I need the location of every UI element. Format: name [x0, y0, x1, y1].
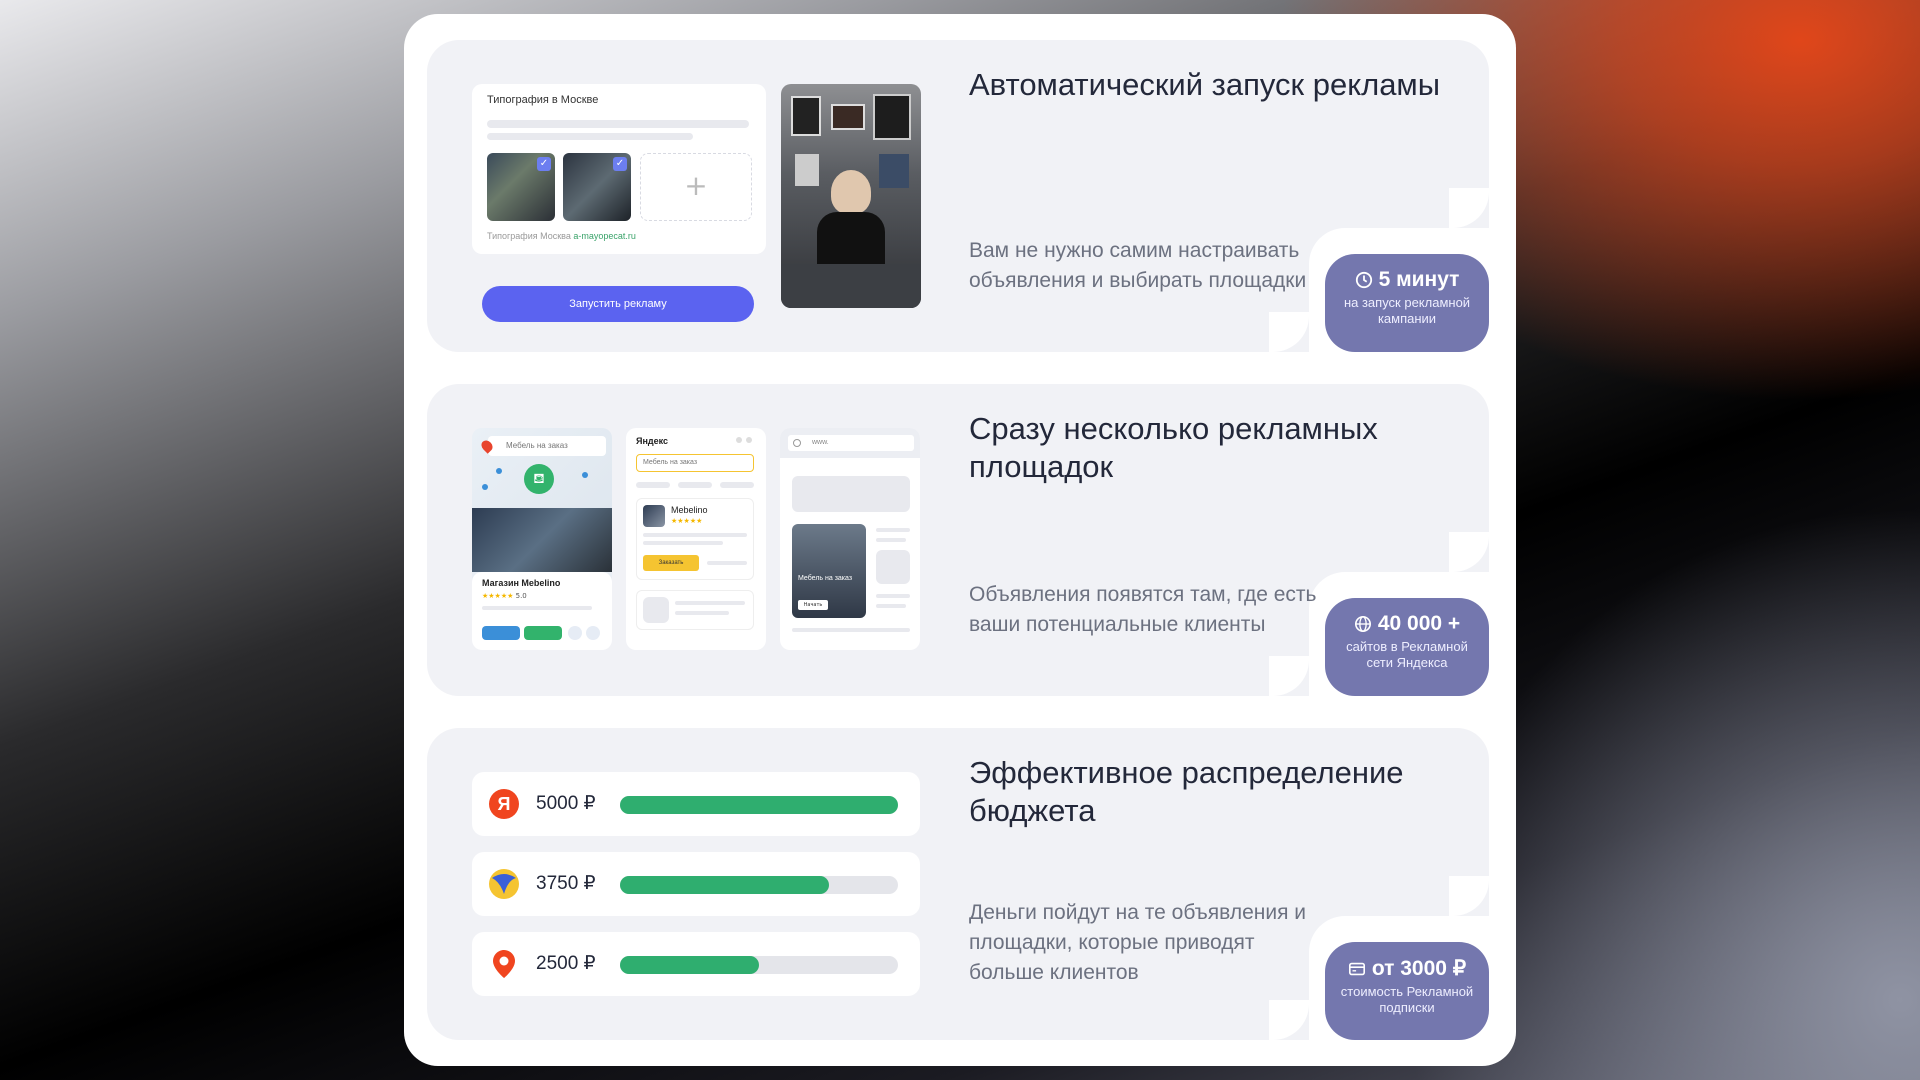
section-multiple-platforms: Мебель на заказ ⛾ Магазин Mebelino ★★★★★…: [427, 384, 1489, 696]
map-search-input[interactable]: Мебель на заказ: [488, 436, 606, 456]
result-name: Mebelino: [671, 505, 708, 515]
photo-thumbnail[interactable]: ✓: [487, 153, 555, 221]
furniture-icon[interactable]: ⛾: [524, 464, 554, 494]
phone-icon[interactable]: [568, 626, 582, 640]
section-description: Объявления появятся там, где есть ваши п…: [969, 583, 1317, 636]
ad-network-icon: [489, 869, 519, 899]
section-budget: Я 5000 ₽ 3750 ₽ 2500 ₽ Эффективное распр…: [427, 728, 1489, 1040]
budget-row-ad-network: 3750 ₽: [472, 852, 920, 916]
add-photo-icon[interactable]: +: [640, 153, 752, 221]
share-icon[interactable]: [586, 626, 600, 640]
url-bar[interactable]: www.: [788, 435, 914, 451]
shop-photo: [472, 508, 612, 572]
shop-name: Магазин Mebelino: [482, 578, 561, 588]
budget-bar: [620, 876, 898, 894]
ad-banner[interactable]: Мебель на заказ Начать: [792, 524, 866, 618]
ad-form-heading: Типография в Москве: [487, 94, 599, 106]
stat-badge: от 3000 ₽ стоимость Рекламной подписки: [1325, 942, 1489, 1040]
rating-stars: ★★★★★: [671, 517, 703, 525]
globe-icon: [1354, 615, 1371, 633]
features-card: Типография в Москве ✓ ✓ + Типография Мос…: [404, 14, 1516, 1066]
clock-icon: [1355, 271, 1372, 289]
budget-amount: 3750 ₽: [536, 873, 596, 894]
badge-value: от 3000 ₽: [1371, 957, 1467, 980]
ad-form-preview: Типография в Москве ✓ ✓ + Типография Мос…: [472, 84, 766, 254]
site-preview: www. Мебель на заказ Начать: [780, 428, 920, 650]
section-title: Автоматический запуск рекламы: [969, 67, 1441, 102]
badge-value: 40 000 +: [1377, 612, 1461, 635]
section-title: Сразу несколько рекламных площадок: [969, 411, 1378, 484]
section-title: Эффективное распределение бюджета: [969, 755, 1404, 828]
route-button[interactable]: [482, 626, 520, 640]
photo-thumbnail[interactable]: ✓: [563, 153, 631, 221]
ad-title: Мебель на заказ: [798, 575, 853, 582]
section-description: Деньги пойдут на те объявления и площадк…: [969, 901, 1307, 984]
badge-caption: сайтов в Рекламной сети Яндекса: [1346, 639, 1468, 670]
card-icon: [1348, 962, 1365, 975]
budget-bar: [620, 956, 898, 974]
stat-badge: 40 000 + сайтов в Рекламной сети Яндекса: [1325, 598, 1489, 696]
search-preview: Яндекс Мебель на заказ Mebelino ★★★★★ За…: [626, 428, 766, 650]
badge-caption: на запуск рекламной кампании: [1343, 295, 1471, 326]
yandex-icon: Я: [489, 789, 519, 819]
budget-bar: [620, 796, 898, 814]
svg-text:Я: Я: [498, 794, 511, 814]
maps-preview: Мебель на заказ ⛾ Магазин Mebelino ★★★★★…: [472, 428, 612, 650]
ad-tags: Типография Москва: [487, 231, 574, 241]
map-pin-icon: [493, 950, 515, 978]
globe-icon: [793, 439, 801, 447]
ad-link: a-mayopecat.ru: [573, 231, 636, 241]
printshop-photo: [781, 84, 921, 308]
checkbox-icon[interactable]: ✓: [613, 157, 627, 171]
rating-value: 5.0: [515, 592, 527, 600]
badge-value: 5 минут: [1378, 268, 1460, 291]
badge-caption: стоимость Рекламной подписки: [1340, 984, 1474, 1015]
call-button[interactable]: [524, 626, 562, 640]
budget-amount: 2500 ₽: [536, 953, 596, 974]
budget-row-yandex: Я 5000 ₽: [472, 772, 920, 836]
yandex-logo: Яндекс: [636, 436, 669, 446]
launch-ads-button[interactable]: Запустить рекламу: [482, 286, 754, 322]
checkbox-icon[interactable]: ✓: [537, 157, 551, 171]
stat-badge: 5 минут на запуск рекламной кампании: [1325, 254, 1489, 352]
budget-amount: 5000 ₽: [536, 793, 596, 814]
ad-button[interactable]: Начать: [798, 600, 828, 610]
section-description: Вам не нужно самим настраивать объявлени…: [969, 239, 1307, 292]
rating-stars: ★★★★★: [482, 592, 514, 600]
order-button[interactable]: Заказать: [643, 555, 699, 571]
search-result[interactable]: Mebelino ★★★★★ Заказать: [636, 498, 754, 580]
search-input[interactable]: Мебель на заказ: [636, 454, 754, 472]
budget-row-maps: 2500 ₽: [472, 932, 920, 996]
section-auto-launch: Типография в Москве ✓ ✓ + Типография Мос…: [427, 40, 1489, 352]
